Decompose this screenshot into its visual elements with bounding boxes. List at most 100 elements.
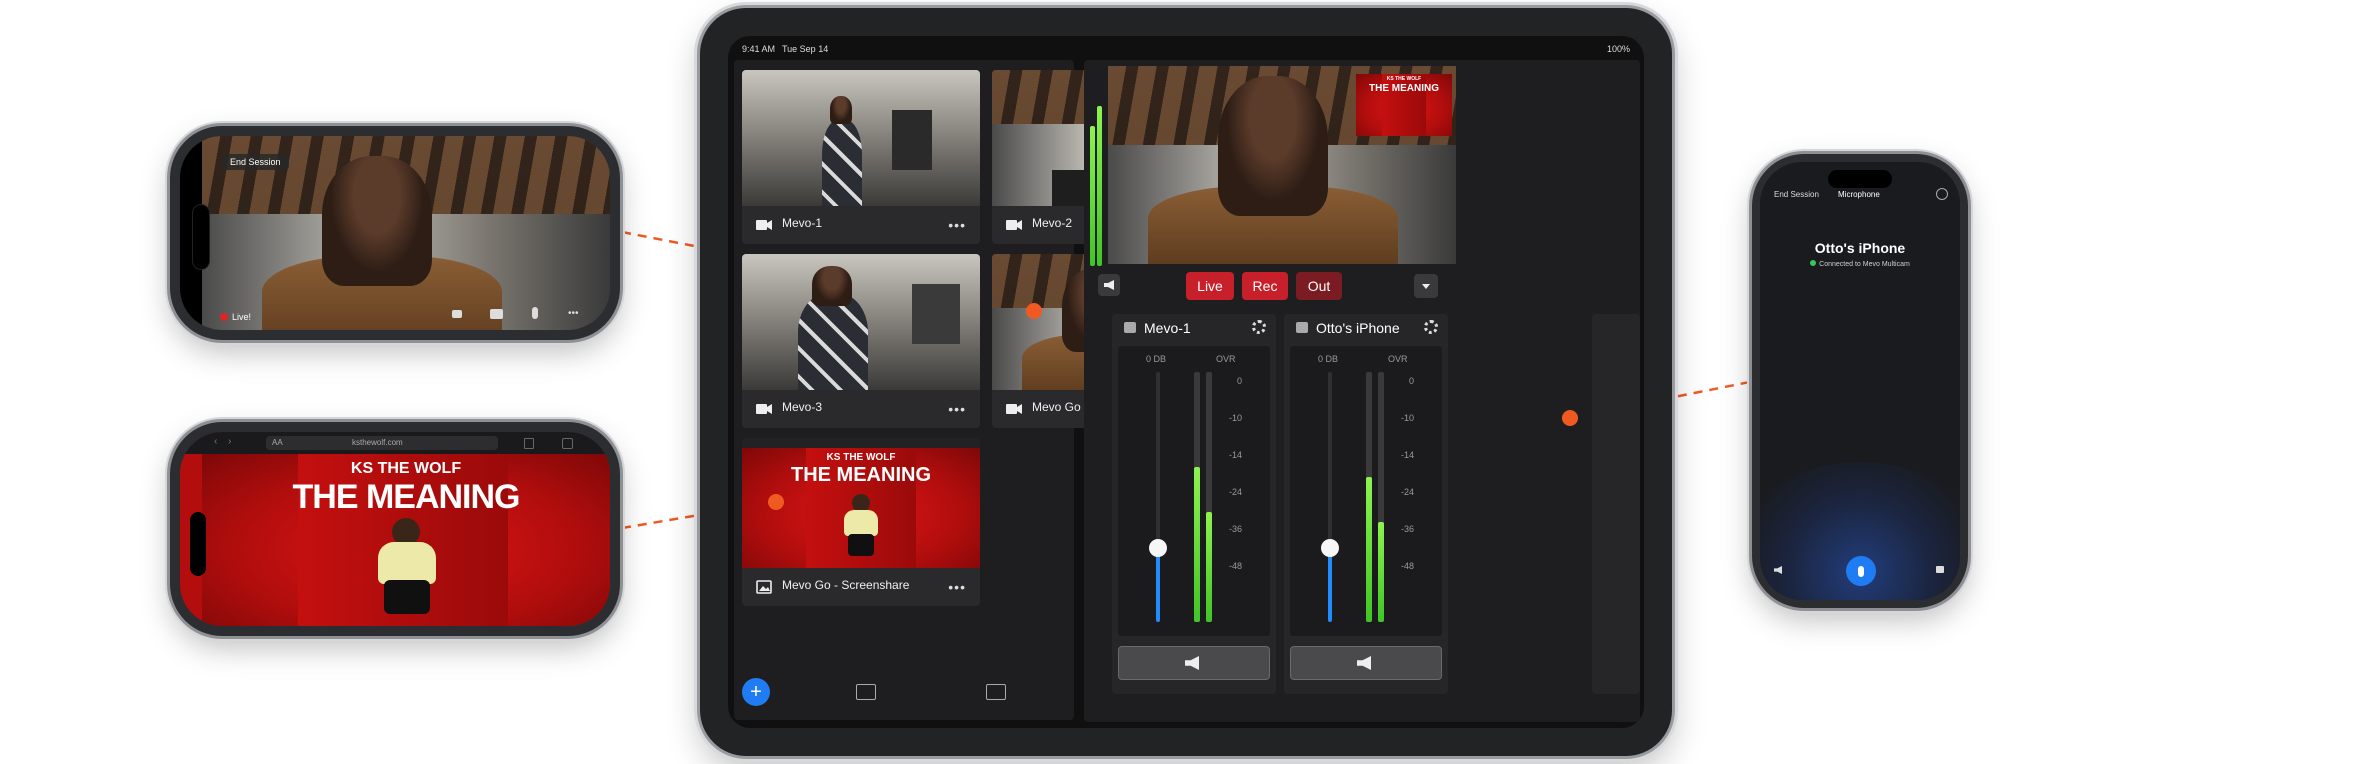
speaker-icon [1357,656,1371,670]
source-thumbnail [742,254,980,390]
video-camera-icon [1124,322,1136,333]
db-tick-label: -36 [1400,524,1414,534]
phone-camera: End Session Live! ••• [170,126,620,340]
connector-marker [768,494,784,510]
db-tick-label: -48 [1400,561,1414,571]
video-camera-icon [1006,220,1022,230]
video-camera-icon [756,220,772,230]
image-icon [756,580,772,594]
folder-play-icon[interactable] [856,684,876,700]
forward-icon[interactable]: › [228,436,231,447]
channel-strip: Mevo-1 0 DB OVR 0 -10 -14 -24 -36 -48 [1112,314,1276,694]
db-tick-label: 0 [1236,376,1242,386]
source-label: Mevo-1 [782,216,823,230]
live-button[interactable]: Live [1186,272,1234,300]
end-session-button[interactable]: End Session [1774,190,1819,199]
more-icon[interactable]: ••• [948,579,966,595]
album-art: KS THE WOLF THE MEANING [202,454,610,626]
meter-right-fill [1206,512,1212,622]
channel-strip-partial [1592,314,1640,694]
mute-button[interactable] [1118,646,1270,680]
db-tick-label: -14 [1228,450,1242,460]
tabs-icon[interactable] [562,438,573,449]
output-meter [1090,66,1104,266]
settings-icon[interactable] [1936,188,1948,200]
output-controls: Live Rec Out [1186,272,1406,300]
share-icon[interactable] [524,438,534,449]
lock-icon[interactable] [1936,566,1944,573]
plus-icon: + [750,681,762,703]
db-tick-label: 0 [1408,376,1414,386]
mic-button[interactable] [1846,556,1876,586]
fader-knob[interactable] [1321,539,1339,557]
lock-icon[interactable] [452,310,462,318]
gear-icon[interactable] [1252,320,1266,334]
more-icon[interactable]: ••• [948,401,966,417]
expand-dropdown-button[interactable] [1414,274,1438,298]
url-text: ksthewolf.com [352,438,403,447]
speaker-icon [1185,656,1199,670]
artist-figure [378,518,436,618]
status-time: 9:41 AM [742,44,776,54]
end-session-button[interactable]: End Session [222,154,289,170]
source-tile-mevo-go-screenshare[interactable]: KS THE WOLF THE MEANING Mevo Go - Screen… [742,438,980,606]
chevron-down-icon [1422,284,1430,289]
program-volume-button[interactable] [1098,274,1120,296]
channel-name: Otto's iPhone [1316,320,1400,336]
phone-browser: ‹ › AA ksthewolf.com KS THE WOLF THE MEA… [170,422,620,636]
status-date: Tue Sep 14 [782,44,829,54]
source-tile-mevo-1[interactable]: Mevo-1 ••• [742,70,980,244]
source-label: Mevo-2 [1032,216,1073,230]
text-size-button[interactable]: AA [272,436,283,450]
rec-button[interactable]: Rec [1242,272,1288,300]
db-tick-label: -24 [1228,487,1242,497]
back-icon[interactable]: ‹ [214,436,217,447]
fader-level [1328,548,1332,622]
mute-button[interactable] [1290,646,1442,680]
add-source-button[interactable]: + [742,678,770,706]
meter-left-fill [1194,467,1200,622]
pip-artist: KS THE WOLF [1386,76,1422,82]
ovr-label: OVR [1388,354,1408,364]
connector-marker [1026,303,1042,319]
source-thumbnail [742,70,980,206]
video-camera-icon [1006,404,1022,414]
db-tick-label: -10 [1228,413,1242,423]
video-camera-icon [756,404,772,414]
phone-camera-screen: End Session Live! ••• [180,136,610,330]
db-label: 0 DB [1146,354,1167,364]
gear-icon[interactable] [1424,320,1438,334]
ovr-label: OVR [1216,354,1236,364]
microphone-icon [1296,322,1308,333]
image-icon[interactable] [986,684,1006,700]
island-notch [192,204,210,270]
status-text: Connected to Mevo Multicam [1819,261,1910,268]
meter-right-fill [1378,522,1384,622]
live-badge-label: Live! [232,312,252,322]
source-tile-mevo-3[interactable]: Mevo-3 ••• [742,254,980,428]
db-tick-label: -36 [1228,524,1242,534]
db-tick-label: -14 [1400,450,1414,460]
microphone-icon[interactable] [532,307,538,319]
db-tick-label: -10 [1400,413,1414,423]
source-label: Mevo-3 [782,400,823,414]
db-label: 0 DB [1318,354,1339,364]
art-title: THE MEANING [292,478,521,516]
speaker-icon [1104,280,1114,290]
more-icon[interactable]: ••• [568,308,579,319]
fader-knob[interactable] [1149,539,1167,557]
out-button[interactable]: Out [1296,272,1342,300]
tab-microphone[interactable]: Microphone [1838,190,1880,199]
live-dot-icon [220,313,228,321]
source-label: Mevo Go - Screenshare [782,578,910,592]
url-field[interactable]: AA ksthewolf.com [266,436,498,450]
more-icon[interactable]: ••• [948,217,966,233]
phone-microphone: End Session Microphone Otto's iPhone Con… [1752,154,1968,608]
channel-name: Mevo-1 [1144,320,1191,336]
db-tick-label: -48 [1228,561,1242,571]
camera-icon[interactable] [490,309,503,319]
device-name: Otto's iPhone [1814,240,1906,256]
fader-level [1156,548,1160,622]
pip-title: THE MEANING [1369,83,1439,94]
meter-left-fill [1366,477,1372,622]
